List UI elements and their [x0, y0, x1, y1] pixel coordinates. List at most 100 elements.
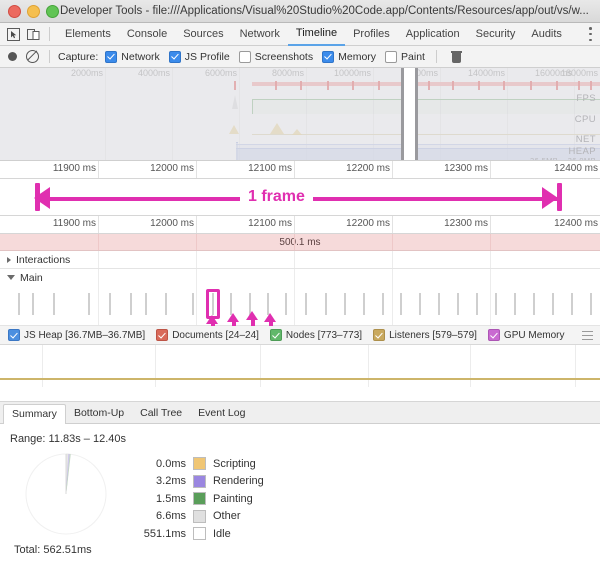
flame-event[interactable] — [230, 293, 232, 315]
checkbox-documents[interactable] — [156, 329, 169, 341]
no-entry-clear-icon[interactable] — [26, 50, 39, 63]
tab-application[interactable]: Application — [398, 23, 468, 45]
tab-elements[interactable]: Elements — [57, 23, 119, 45]
timeline-ruler-bottom[interactable]: 11900 ms 12000 ms 12100 ms 12200 ms 1230… — [0, 215, 600, 234]
flame-event[interactable] — [130, 293, 132, 315]
flame-event[interactable] — [590, 293, 592, 315]
flame-event[interactable] — [457, 293, 459, 315]
summary-body: 0.0ms Scripting 3.2ms Rendering 1.5ms Pa… — [10, 451, 600, 543]
track-main-header[interactable]: Main — [0, 269, 43, 286]
legend-label-rendering: Rendering — [213, 475, 264, 488]
track-interactions[interactable]: Interactions — [0, 251, 600, 269]
counter-nodes[interactable]: Nodes [773–773] — [269, 329, 362, 341]
hamburger-menu-icon[interactable] — [582, 331, 593, 343]
flame-event[interactable] — [192, 293, 194, 315]
flame-event[interactable] — [400, 293, 402, 315]
flame-event[interactable] — [495, 293, 497, 315]
inspect-element-icon[interactable] — [6, 27, 21, 42]
counter-documents[interactable]: Documents [24–24] — [156, 329, 259, 341]
flame-event[interactable] — [344, 293, 346, 315]
tab-network[interactable]: Network — [232, 23, 288, 45]
checkbox-js-profile[interactable] — [168, 50, 181, 63]
capture-option-network[interactable]: Network — [105, 50, 160, 63]
flame-event[interactable] — [267, 293, 269, 315]
annotation-label: 1 frame — [240, 188, 313, 206]
flame-event[interactable] — [305, 293, 307, 315]
counter-js-heap[interactable]: JS Heap [36.7MB–36.7MB] — [8, 329, 145, 341]
checkbox-screenshots[interactable] — [238, 50, 251, 63]
record-dot-icon[interactable] — [8, 52, 17, 61]
checkbox-listeners[interactable] — [373, 329, 386, 341]
capture-divider — [49, 50, 50, 63]
flame-event[interactable] — [145, 293, 147, 315]
checkbox-nodes[interactable] — [269, 329, 282, 341]
overview-selection-handle-left[interactable] — [401, 68, 404, 160]
tab-sources[interactable]: Sources — [175, 23, 231, 45]
flame-event[interactable] — [109, 293, 111, 315]
tab-profiles[interactable]: Profiles — [345, 23, 398, 45]
checkbox-memory[interactable] — [322, 50, 335, 63]
chevron-down-icon[interactable] — [7, 274, 15, 280]
tab-summary[interactable]: Summary — [3, 403, 66, 424]
trash-icon[interactable] — [450, 51, 462, 63]
annotation-arrow-left — [34, 187, 50, 209]
window-controls[interactable] — [0, 4, 59, 18]
flame-event[interactable] — [514, 293, 516, 315]
flame-event[interactable] — [53, 293, 55, 315]
legend-label-other: Other — [213, 510, 241, 523]
checkbox-js-heap[interactable] — [8, 329, 20, 341]
counter-listeners[interactable]: Listeners [579–579] — [373, 329, 477, 341]
flame-event[interactable] — [533, 293, 535, 315]
flame-event[interactable] — [88, 293, 90, 315]
tab-call-tree[interactable]: Call Tree — [132, 404, 190, 423]
tab-console[interactable]: Console — [119, 23, 175, 45]
flame-event[interactable] — [32, 293, 34, 315]
overview-selection-window[interactable] — [404, 68, 415, 160]
main-flame-chart[interactable] — [0, 289, 600, 319]
tab-timeline[interactable]: Timeline — [287, 22, 346, 46]
minimize-window-button[interactable] — [27, 4, 40, 18]
tab-security[interactable]: Security — [468, 23, 524, 45]
flame-event[interactable] — [325, 293, 327, 315]
legend-row-scripting: 0.0ms Scripting — [134, 455, 264, 473]
checkbox-gpu-memory[interactable] — [487, 329, 500, 341]
kebab-menu-icon[interactable] — [589, 27, 592, 41]
flame-event[interactable] — [438, 293, 440, 315]
counters-series-line — [0, 378, 600, 380]
capture-option-js-profile[interactable]: JS Profile — [168, 50, 230, 63]
capture-option-paint[interactable]: Paint — [385, 50, 425, 63]
flame-event[interactable] — [165, 293, 167, 315]
flame-event[interactable] — [285, 293, 287, 315]
flame-event[interactable] — [18, 293, 20, 315]
timeline-ruler-top[interactable]: 11900 ms 12000 ms 12100 ms 12200 ms 1230… — [0, 161, 600, 179]
close-window-button[interactable] — [8, 4, 21, 18]
legend-swatch-rendering — [193, 474, 206, 488]
flame-event[interactable] — [571, 293, 573, 315]
maximize-window-button[interactable] — [46, 4, 59, 18]
frame-duration-band[interactable]: 500.1 ms — [0, 234, 600, 251]
capture-option-memory[interactable]: Memory — [322, 50, 377, 63]
counters-graph-footer — [0, 387, 600, 402]
checkbox-paint[interactable] — [385, 50, 398, 63]
timeline-overview[interactable]: 2000ms 4000ms 6000ms 8000ms 10000ms 1200… — [0, 68, 600, 161]
capture-option-memory-label: Memory — [338, 50, 377, 63]
flame-event[interactable] — [552, 293, 554, 315]
checkbox-network[interactable] — [105, 50, 118, 63]
flame-event[interactable] — [363, 293, 365, 315]
counters-graph[interactable] — [0, 345, 600, 387]
overview-selection-handle-right[interactable] — [415, 68, 418, 160]
track-interactions-header[interactable]: Interactions — [0, 251, 70, 268]
flame-event[interactable] — [382, 293, 384, 315]
flame-event[interactable] — [419, 293, 421, 315]
device-toolbar-icon[interactable] — [26, 27, 41, 42]
capture-option-screenshots[interactable]: Screenshots — [238, 50, 313, 63]
tab-bottom-up[interactable]: Bottom-Up — [66, 404, 132, 423]
track-main[interactable]: Main — [0, 269, 600, 335]
tab-audits[interactable]: Audits — [523, 23, 570, 45]
chevron-right-icon[interactable] — [7, 256, 11, 263]
flame-event[interactable] — [476, 293, 478, 315]
counter-gpu-memory[interactable]: GPU Memory — [487, 329, 564, 341]
counters-divider — [155, 345, 156, 387]
tab-event-log[interactable]: Event Log — [190, 404, 253, 423]
frame-duration-label: 500.1 ms — [279, 236, 321, 248]
